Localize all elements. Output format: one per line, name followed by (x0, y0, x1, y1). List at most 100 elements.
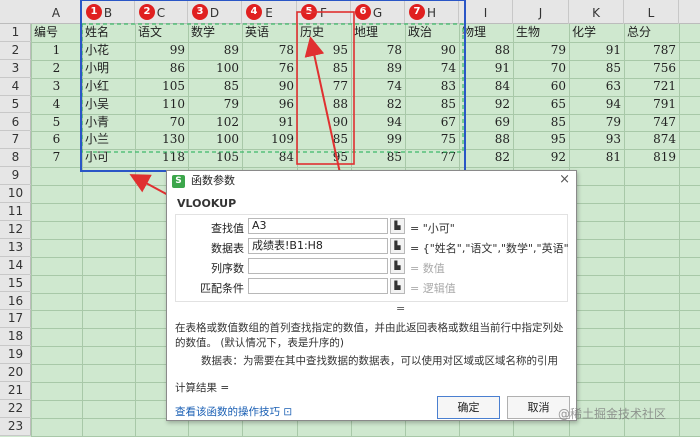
row-header-23[interactable]: 23 (0, 418, 31, 436)
table-header-cell[interactable]: 英语 (242, 24, 297, 42)
table-cell[interactable]: 88 (459, 131, 513, 149)
table-cell[interactable]: 100 (188, 131, 242, 149)
table-cell[interactable]: 95 (297, 42, 351, 60)
table-cell[interactable]: 85 (297, 60, 351, 78)
table-cell[interactable]: 105 (188, 149, 242, 167)
table-header-cell[interactable]: 语文 (135, 24, 188, 42)
table-cell[interactable]: 77 (405, 149, 459, 167)
table-cell[interactable]: 85 (351, 149, 405, 167)
table-cell[interactable]: 95 (513, 131, 569, 149)
table-cell[interactable]: 78 (242, 42, 297, 60)
column-header-i[interactable]: I (459, 0, 513, 24)
row-header-20[interactable]: 20 (0, 364, 31, 382)
table-cell[interactable]: 874 (624, 131, 679, 149)
table-cell[interactable]: 105 (135, 78, 188, 96)
table-cell[interactable]: 77 (297, 78, 351, 96)
column-header-a[interactable]: A (31, 0, 82, 24)
table-header-cell[interactable]: 历史 (297, 24, 351, 42)
table-cell[interactable]: 3 (31, 78, 82, 96)
row-header-1[interactable]: 1 (0, 24, 31, 42)
table-cell[interactable]: 83 (405, 78, 459, 96)
table-cell[interactable]: 65 (513, 96, 569, 114)
row-header-3[interactable]: 3 (0, 60, 31, 78)
table-header-cell[interactable]: 物理 (459, 24, 513, 42)
table-cell[interactable]: 96 (242, 96, 297, 114)
table-cell[interactable]: 79 (513, 42, 569, 60)
table-cell[interactable]: 6 (31, 131, 82, 149)
table-cell[interactable]: 小红 (82, 78, 135, 96)
table-header-cell[interactable]: 编号 (31, 24, 82, 42)
table-cell[interactable]: 小吴 (82, 96, 135, 114)
row-header-12[interactable]: 12 (0, 221, 31, 239)
row-header-21[interactable]: 21 (0, 382, 31, 400)
table-cell[interactable]: 85 (297, 131, 351, 149)
table-cell[interactable]: 102 (188, 114, 242, 132)
row-header-19[interactable]: 19 (0, 346, 31, 365)
col-index-input[interactable] (248, 258, 388, 274)
table-cell[interactable]: 86 (135, 60, 188, 78)
table-cell[interactable]: 84 (459, 78, 513, 96)
row-header-13[interactable]: 13 (0, 239, 31, 257)
row-header-7[interactable]: 7 (0, 131, 31, 150)
table-cell[interactable]: 756 (624, 60, 679, 78)
table-cell[interactable]: 小可 (82, 149, 135, 167)
table-cell[interactable]: 5 (31, 114, 82, 132)
table-array-input[interactable]: 成绩表!B1:H8 (248, 238, 388, 254)
table-cell[interactable]: 91 (569, 42, 624, 60)
table-cell[interactable]: 93 (569, 131, 624, 149)
function-arguments-dialog[interactable]: S 函数参数 × VLOOKUP 查找值 A3 ▙ = "小可" 数据表 成绩表… (166, 170, 577, 421)
range-select-icon[interactable]: ▙ (390, 218, 405, 234)
spreadsheet[interactable]: ABCDEFGHIJKL 1 2 3 4 5 6 7 8 9 10 11 12 13 14 15 16 17 18… (0, 0, 700, 437)
table-cell[interactable]: 100 (188, 60, 242, 78)
table-header-cell[interactable]: 数学 (188, 24, 242, 42)
ok-button[interactable]: 确定 (437, 396, 500, 419)
table-cell[interactable]: 88 (459, 42, 513, 60)
table-cell[interactable]: 63 (569, 78, 624, 96)
row-header-8[interactable]: 8 (0, 149, 31, 168)
table-cell[interactable]: 721 (624, 78, 679, 96)
table-cell[interactable]: 69 (459, 114, 513, 132)
table-cell[interactable]: 99 (135, 42, 188, 60)
row-header-17[interactable]: 17 (0, 310, 31, 329)
table-header-cell[interactable]: 姓名 (82, 24, 135, 42)
table-cell[interactable]: 118 (135, 149, 188, 167)
table-cell[interactable]: 130 (135, 131, 188, 149)
table-cell[interactable]: 90 (242, 78, 297, 96)
help-link-label[interactable]: 查看该函数的操作技巧 (175, 406, 280, 418)
table-cell[interactable]: 85 (513, 114, 569, 132)
table-cell[interactable]: 小青 (82, 114, 135, 132)
table-cell[interactable]: 85 (405, 96, 459, 114)
table-cell[interactable]: 91 (459, 60, 513, 78)
range-select-icon[interactable]: ▙ (390, 238, 405, 254)
column-header-l[interactable]: L (624, 0, 679, 24)
table-cell[interactable]: 4 (31, 96, 82, 114)
row-header-6[interactable]: 6 (0, 114, 31, 132)
table-header-cell[interactable]: 地理 (351, 24, 405, 42)
column-header-k[interactable]: K (569, 0, 624, 24)
table-cell[interactable]: 787 (624, 42, 679, 60)
lookup-value-input[interactable]: A3 (248, 218, 388, 234)
table-cell[interactable]: 79 (569, 114, 624, 132)
table-cell[interactable]: 88 (297, 96, 351, 114)
table-cell[interactable]: 85 (569, 60, 624, 78)
table-cell[interactable]: 82 (459, 149, 513, 167)
row-header-15[interactable]: 15 (0, 275, 31, 293)
close-icon[interactable]: × (559, 172, 570, 187)
table-cell[interactable]: 92 (513, 149, 569, 167)
table-cell[interactable]: 99 (351, 131, 405, 149)
table-cell[interactable]: 85 (188, 78, 242, 96)
range-select-icon[interactable]: ▙ (390, 278, 405, 294)
table-cell[interactable]: 95 (297, 149, 351, 167)
row-header-4[interactable]: 4 (0, 78, 31, 96)
column-header-j[interactable]: J (513, 0, 569, 24)
table-cell[interactable]: 74 (351, 78, 405, 96)
table-cell[interactable]: 89 (188, 42, 242, 60)
table-cell[interactable]: 91 (242, 114, 297, 132)
table-cell[interactable]: 110 (135, 96, 188, 114)
row-header-2[interactable]: 2 (0, 42, 31, 60)
table-cell[interactable]: 70 (513, 60, 569, 78)
table-header-cell[interactable]: 生物 (513, 24, 569, 42)
row-header-11[interactable]: 11 (0, 203, 31, 221)
table-cell[interactable]: 小花 (82, 42, 135, 60)
table-cell[interactable]: 小明 (82, 60, 135, 78)
